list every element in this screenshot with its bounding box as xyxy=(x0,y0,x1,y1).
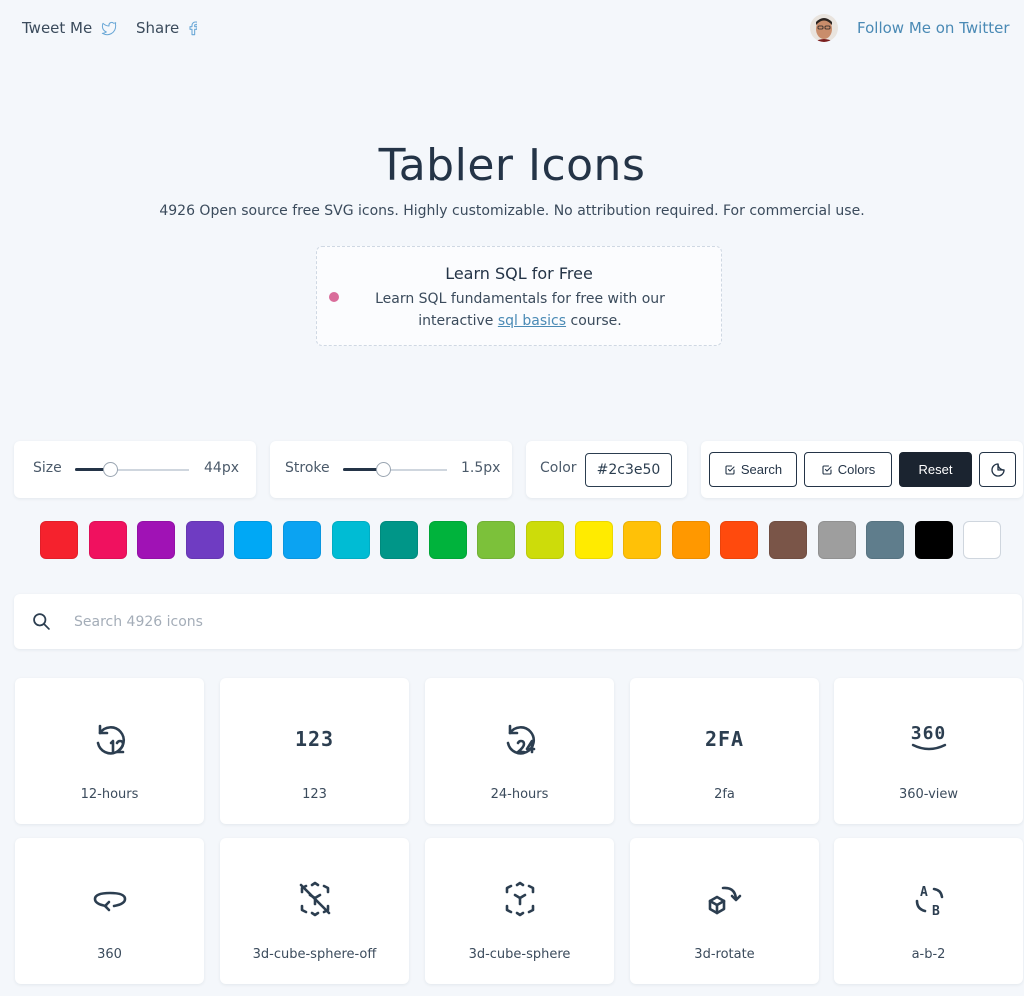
search-bar xyxy=(14,594,1022,649)
icon-name: 12-hours xyxy=(80,787,139,802)
icon-name: 3d-rotate xyxy=(694,947,755,962)
cube-sphere-off-icon xyxy=(299,881,330,917)
numbers-123-icon: 123 xyxy=(294,727,335,751)
search-icon xyxy=(33,613,50,630)
icon-name: 24-hours xyxy=(490,787,549,802)
360-view-icon: 360 xyxy=(910,723,947,744)
reset-button[interactable]: Reset xyxy=(899,452,972,487)
icon-name: a-b-2 xyxy=(911,947,946,962)
tweet-me-link[interactable]: Tweet Me xyxy=(22,19,118,37)
icon-name: 3d-cube-sphere xyxy=(468,947,571,962)
2fa-icon: 2FA xyxy=(704,727,745,751)
sql-basics-link[interactable]: sql basics xyxy=(498,313,566,329)
share-label: Share xyxy=(136,19,180,37)
icon-name: 3d-cube-sphere-off xyxy=(252,947,377,962)
color-swatch[interactable] xyxy=(185,521,224,559)
color-swatch[interactable] xyxy=(963,521,1002,559)
icon-name: 2fa xyxy=(714,787,735,802)
color-swatch[interactable] xyxy=(88,521,127,559)
moon-icon xyxy=(990,462,1005,477)
top-bar: Tweet Me Share Follow Me on Twitter xyxy=(0,0,1024,60)
color-swatch[interactable] xyxy=(720,521,759,559)
size-label: Size xyxy=(33,460,62,476)
search-input[interactable] xyxy=(74,604,974,639)
color-swatch[interactable] xyxy=(137,521,176,559)
facebook-icon xyxy=(189,21,198,36)
icon-card-3d-cube-sphere[interactable]: 3d-cube-sphere xyxy=(425,838,614,984)
color-swatch[interactable] xyxy=(428,521,467,559)
history-24-icon xyxy=(506,724,535,755)
icon-card-3d-cube-sphere-off[interactable]: 3d-cube-sphere-off xyxy=(220,838,409,984)
reset-button-label: Reset xyxy=(918,462,953,477)
avatar-image xyxy=(810,14,838,42)
icon-card-123[interactable]: 123 123 xyxy=(220,678,409,824)
ad-text-after: course. xyxy=(566,313,622,329)
size-slider-handle[interactable] xyxy=(103,462,118,477)
checkbox-icon xyxy=(725,464,735,475)
color-swatch[interactable] xyxy=(914,521,953,559)
actions-panel: Search Colors Reset xyxy=(701,441,1023,498)
icon-card-a-b-2[interactable]: A B a-b-2 xyxy=(834,838,1023,984)
ad-banner[interactable]: Learn SQL for Free Learn SQL fundamental… xyxy=(316,246,722,346)
icon-card-360[interactable]: 360 xyxy=(15,838,204,984)
color-swatch[interactable] xyxy=(283,521,321,559)
color-panel: Color #2c3e50 xyxy=(526,441,687,498)
rotate-360-icon xyxy=(93,891,126,912)
color-swatch[interactable] xyxy=(817,521,856,559)
color-swatch[interactable] xyxy=(671,521,710,559)
color-swatch[interactable] xyxy=(40,521,78,559)
history-12-icon xyxy=(96,724,125,755)
color-swatch[interactable] xyxy=(526,521,564,559)
search-button-label: Search xyxy=(740,462,783,477)
stroke-value: 1.5px xyxy=(461,460,501,476)
icon-card-360-view[interactable]: 360 360-view xyxy=(834,678,1023,824)
rotate-arc-icon xyxy=(911,743,946,751)
ad-text: Learn SQL fundamentals for free with our… xyxy=(357,288,683,332)
icon-card-12-hours[interactable]: 12-hours xyxy=(15,678,204,824)
tweet-me-label: Tweet Me xyxy=(22,19,93,37)
search-button[interactable]: Search xyxy=(709,452,797,487)
color-swatch[interactable] xyxy=(331,521,370,559)
cube-sphere-icon xyxy=(505,881,534,917)
ad-dot-icon xyxy=(329,292,339,302)
theme-toggle-button[interactable] xyxy=(979,452,1016,487)
color-label: Color xyxy=(540,460,577,476)
avatar[interactable] xyxy=(810,14,838,42)
color-swatch[interactable] xyxy=(380,521,419,559)
size-value: 44px xyxy=(204,460,239,476)
stroke-slider-handle[interactable] xyxy=(376,462,391,477)
page-title: Tabler Icons xyxy=(378,140,646,191)
a-b-2-icon: A B xyxy=(915,885,943,919)
icon-name: 360 xyxy=(97,947,122,962)
stroke-panel: Stroke 1.5px xyxy=(270,441,512,498)
stroke-label: Stroke xyxy=(285,460,330,476)
color-swatch[interactable] xyxy=(574,521,613,559)
color-swatch[interactable] xyxy=(866,521,905,559)
icon-card-2fa[interactable]: 2FA 2fa xyxy=(630,678,819,824)
twitter-icon xyxy=(102,21,117,36)
page-subtitle: 4926 Open source free SVG icons. Highly … xyxy=(159,203,865,219)
glyph-b: B xyxy=(932,904,940,919)
icon-card-24-hours[interactable]: 24-hours xyxy=(425,678,614,824)
icon-name: 360-view xyxy=(898,787,959,802)
icon-name: 123 xyxy=(302,787,327,802)
size-panel: Size 44px xyxy=(14,441,256,498)
icon-card-3d-rotate[interactable]: 3d-rotate xyxy=(630,838,819,984)
3d-rotate-icon xyxy=(708,886,741,915)
colors-button-label: Colors xyxy=(837,462,876,477)
glyph-a: A xyxy=(920,885,928,900)
color-input[interactable]: #2c3e50 xyxy=(585,453,672,487)
colors-button[interactable]: Colors xyxy=(804,452,892,487)
checkbox-icon xyxy=(822,464,832,475)
ad-title: Learn SQL for Free xyxy=(445,264,593,283)
color-swatch[interactable] xyxy=(477,521,516,559)
color-swatch[interactable] xyxy=(234,521,273,559)
color-swatch[interactable] xyxy=(623,521,662,559)
follow-twitter-link[interactable]: Follow Me on Twitter xyxy=(857,19,1009,37)
share-link[interactable]: Share xyxy=(136,19,198,37)
color-swatch[interactable] xyxy=(769,521,807,559)
